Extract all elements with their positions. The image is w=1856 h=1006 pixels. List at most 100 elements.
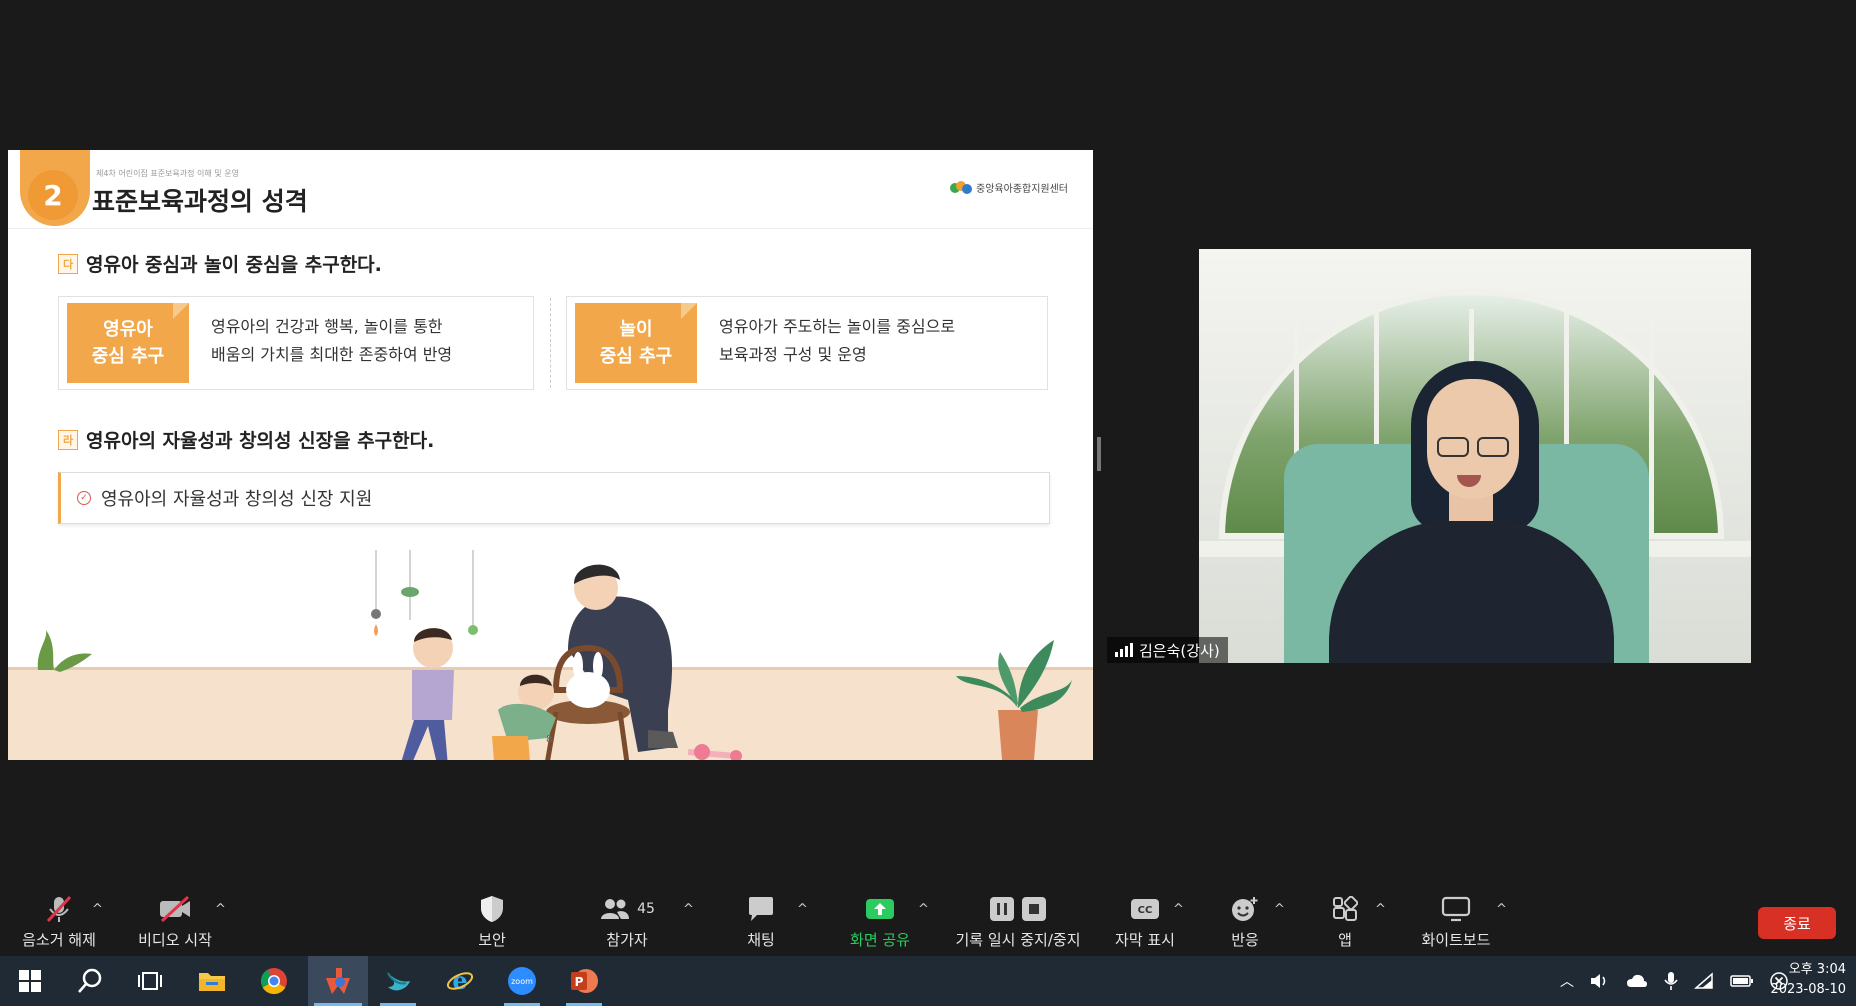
stop-icon [1022, 896, 1046, 921]
apps-label: 앱 [1338, 930, 1352, 949]
card1-tag-line1: 영유아 [103, 319, 153, 340]
microphone-icon[interactable] [1664, 971, 1678, 991]
captions-label: 자막 표시 [1115, 930, 1175, 949]
ie-icon: e [446, 967, 474, 995]
onedrive-icon[interactable] [1626, 973, 1648, 989]
section-da: 다 영유아 중심과 놀이 중심을 추구한다. [58, 250, 382, 277]
left-plant-icon [37, 630, 92, 672]
reactions-button[interactable]: 반응 [1220, 888, 1270, 956]
start-button[interactable] [2, 956, 58, 1006]
end-meeting-button[interactable]: 종료 [1758, 907, 1836, 939]
section-ra-mark: 라 [58, 429, 78, 450]
pause-icon [990, 896, 1014, 921]
search-button[interactable] [62, 956, 118, 1006]
captions-button[interactable]: CC 자막 표시 [1110, 888, 1180, 956]
card2-tag-line2: 중심 추구 [599, 346, 673, 367]
smiley-plus-icon [1230, 895, 1260, 923]
task-view-icon [138, 972, 162, 990]
card2-desc: 영유아가 주도하는 놀이를 중심으로 보육과정 구성 및 운영 [719, 313, 955, 369]
mic-muted-icon [44, 895, 74, 923]
wifi-icon[interactable] [1694, 972, 1714, 990]
window-mullion [1649, 309, 1654, 539]
unmute-label: 음소거 해제 [22, 930, 96, 949]
card1-desc-line1: 영유아의 건강과 행복, 놀이를 통한 [211, 317, 443, 336]
share-options-caret[interactable]: ^ [918, 902, 929, 917]
file-explorer-button[interactable] [184, 956, 240, 1006]
participant-video[interactable] [1199, 249, 1751, 663]
apps-button[interactable]: 앱 [1320, 888, 1370, 956]
taskbar-clock[interactable]: 오후 3:04 2023-08-10 [1770, 960, 1846, 1000]
svg-text:e: e [452, 967, 467, 995]
card2-tag-line1: 놀이 [619, 319, 653, 340]
card1-desc: 영유아의 건강과 행복, 놀이를 통한 배움의 가치를 최대한 존중하여 반영 [211, 313, 452, 369]
whiteboard-caret[interactable]: ^ [1496, 902, 1507, 917]
security-button[interactable]: 보안 [462, 888, 522, 956]
slide-number-badge: 2 [20, 150, 90, 226]
video-off-icon [158, 895, 192, 923]
section-da-mark: 다 [58, 253, 78, 274]
card-play-centered: 놀이 중심 추구 영유아가 주도하는 놀이를 중심으로 보육과정 구성 및 운영 [566, 296, 1048, 390]
brand-name: 중앙육아종합지원센터 [976, 184, 1068, 195]
windows-taskbar: e zoom P ︿ 오후 3:04 2023-08-10 [0, 956, 1856, 1006]
clock-time: 오후 3:04 [1788, 962, 1846, 977]
card-divider [550, 298, 551, 388]
svg-text:zoom: zoom [511, 977, 533, 986]
start-icon [19, 970, 41, 992]
chrome-button[interactable] [246, 956, 302, 1006]
share-screen-button[interactable]: 화면 공유 [840, 888, 920, 956]
captions-caret[interactable]: ^ [1173, 902, 1184, 917]
record-controls-button[interactable]: 기록 일시 중지/중지 [950, 888, 1086, 956]
card1-tag: 영유아 중심 추구 [67, 303, 189, 383]
swift-icon [387, 972, 410, 991]
unmute-button[interactable]: 음소거 해제 [14, 888, 104, 956]
participants-caret[interactable]: ^ [683, 902, 694, 917]
video-options-caret[interactable]: ^ [215, 902, 226, 917]
child-crouching [492, 674, 556, 760]
internet-explorer-button[interactable]: e [432, 956, 488, 1006]
cc-icon: CC [1130, 895, 1160, 923]
zoom-button[interactable]: zoom [494, 956, 550, 1006]
slide-number: 2 [28, 170, 78, 220]
swift-app-button[interactable] [370, 956, 426, 1006]
speaker-icon[interactable] [1590, 972, 1610, 990]
hanging-mobile-icon [371, 550, 478, 636]
svg-text:CC: CC [1138, 905, 1153, 916]
right-plant-icon [956, 640, 1072, 760]
chat-button[interactable]: 채팅 [737, 888, 785, 956]
participant-name-tag: 김은숙(강사) [1107, 637, 1228, 663]
powerpoint-button[interactable]: P [556, 956, 612, 1006]
whiteboard-button[interactable]: 화이트보드 [1415, 888, 1497, 956]
slide-title: 표준보육과정의 성격 [92, 187, 308, 216]
slide-page-number: 8 [546, 734, 553, 745]
reactions-caret[interactable]: ^ [1274, 902, 1285, 917]
card1-tag-line2: 중심 추구 [91, 346, 165, 367]
whiteboard-label: 화이트보드 [1421, 930, 1491, 949]
system-tray: ︿ [1560, 956, 1788, 1006]
glasses-icon [1435, 437, 1513, 459]
card2-desc-line2: 보육과정 구성 및 운영 [719, 345, 867, 364]
chevron-up-icon[interactable]: ︿ [1560, 971, 1574, 991]
svg-text:P: P [575, 975, 584, 989]
meeting-toolbar: 음소거 해제 ^ 비디오 시작 ^ 보안 45 참가자 ^ 채팅 ^ 화면 공유 [0, 888, 1856, 956]
section-ra-text: 영유아의 자율성과 창의성 신장을 추구한다. [86, 430, 435, 452]
clock-date: 2023-08-10 [1770, 982, 1846, 997]
child-standing [401, 628, 454, 760]
reactions-label: 반응 [1231, 930, 1259, 949]
powerpoint-icon: P [571, 969, 598, 993]
toy-rattle-icon [687, 744, 742, 760]
start-video-button[interactable]: 비디오 시작 [130, 888, 220, 956]
app-icon [326, 968, 350, 994]
active-app-button[interactable] [308, 956, 368, 1006]
participants-button[interactable]: 45 참가자 [592, 888, 662, 956]
shield-icon [479, 895, 505, 923]
family-play-illustration [37, 550, 1072, 760]
participants-label: 참가자 [606, 930, 648, 949]
task-view-button[interactable] [122, 956, 178, 1006]
card-child-centered: 영유아 중심 추구 영유아의 건강과 행복, 놀이를 통한 배움의 가치를 최대… [58, 296, 534, 390]
chat-caret[interactable]: ^ [797, 902, 808, 917]
battery-icon[interactable] [1730, 974, 1754, 988]
apps-caret[interactable]: ^ [1375, 902, 1386, 917]
participant-name: 김은숙(강사) [1139, 641, 1220, 660]
view-splitter-handle[interactable] [1097, 437, 1101, 471]
audio-options-caret[interactable]: ^ [92, 902, 103, 917]
